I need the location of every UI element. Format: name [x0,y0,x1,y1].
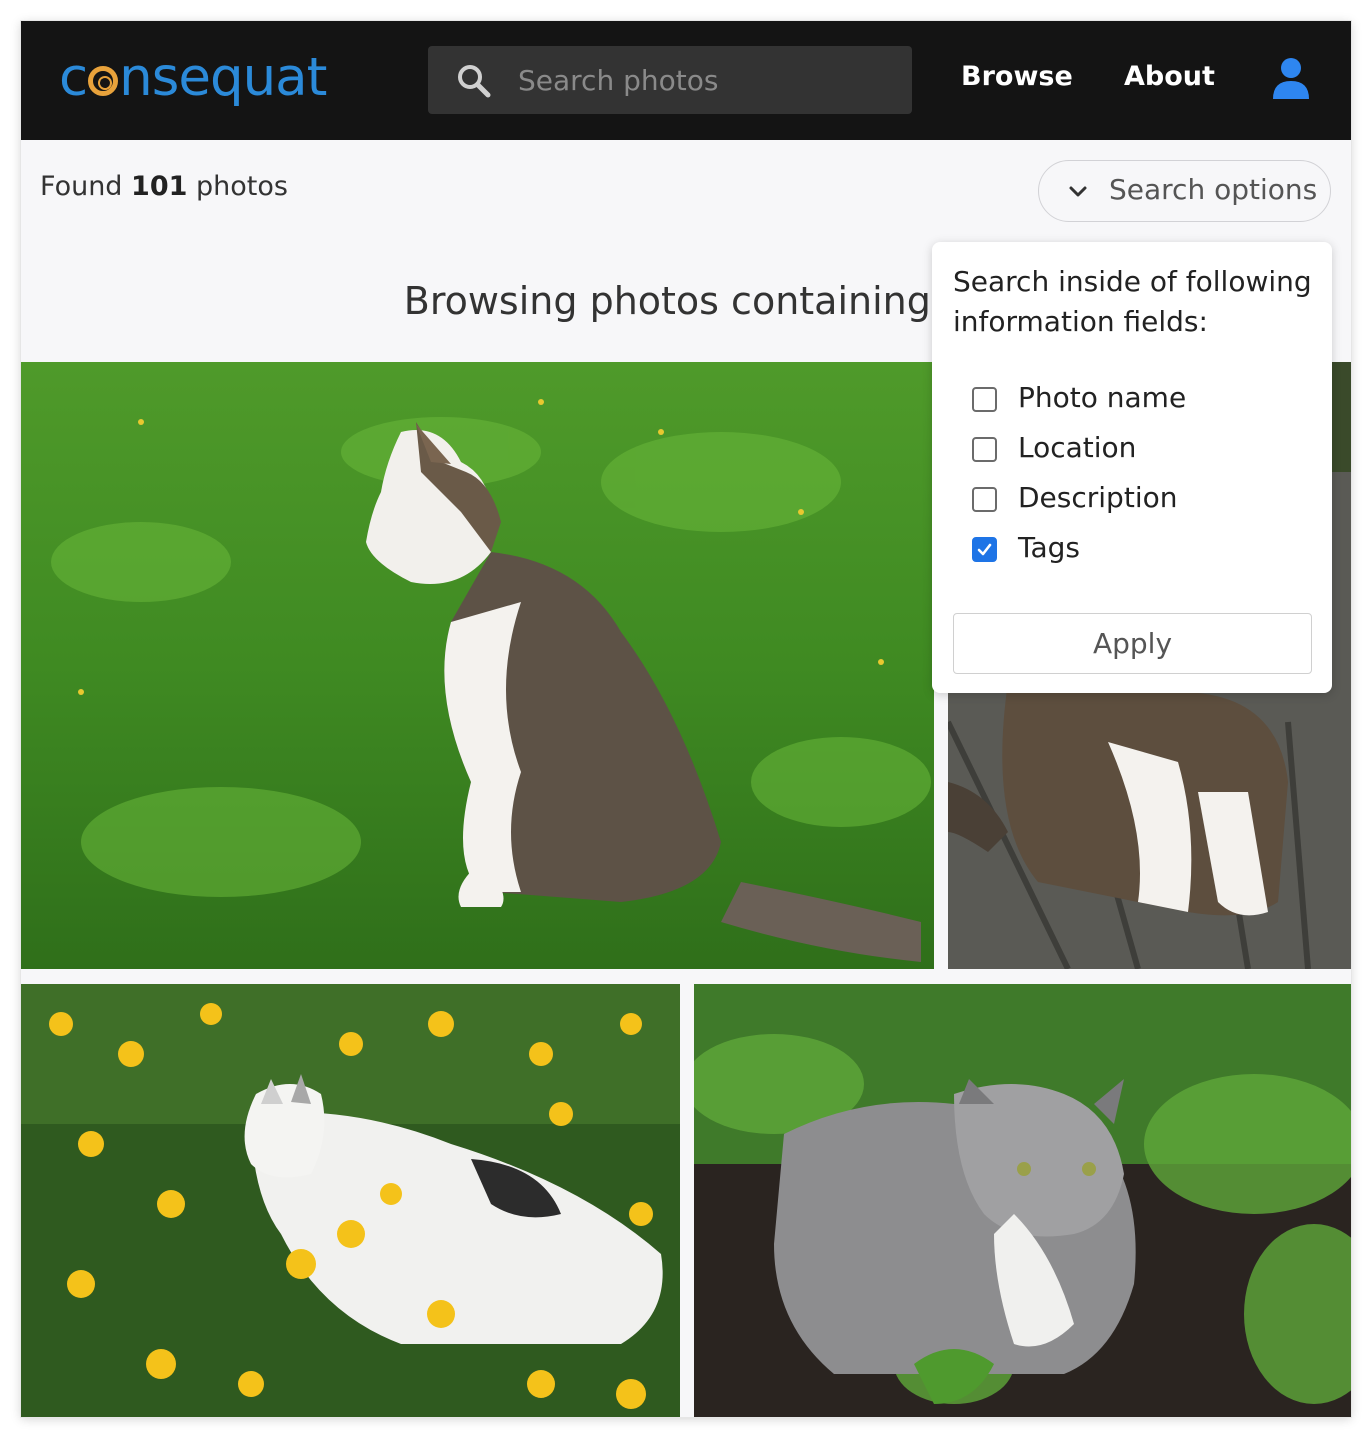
logo-text-end: nsequat [119,47,327,108]
photo-cat-on-grass[interactable] [21,362,934,969]
top-navbar: c nsequat Browse About [21,21,1351,140]
description-checkbox[interactable] [972,487,997,512]
photo-grey-cat-in-garden[interactable] [694,984,1351,1417]
apply-button[interactable]: Apply [953,613,1312,674]
search-options-button[interactable]: Search options [1038,160,1331,222]
logo-text-start: c [59,47,88,108]
results-count-prefix: Found [40,171,123,202]
consequat-logo[interactable]: c nsequat [59,43,327,113]
location-checkbox[interactable] [972,437,997,462]
chevron-down-icon [1069,186,1087,197]
app-window: c nsequat Browse About Found 101 photos S… [21,21,1351,1417]
search-bar [428,46,912,114]
search-options-popover: Search inside of following information f… [932,242,1332,693]
location-label[interactable]: Location [1018,431,1136,464]
search-input[interactable] [518,58,888,102]
results-count: Found 101 photos [40,171,288,202]
user-account-icon[interactable] [1271,57,1311,101]
search-options-title: Search inside of following information f… [953,265,1312,338]
nav-browse-link[interactable]: Browse [961,61,1073,92]
aperture-icon [88,66,119,96]
results-count-number: 101 [131,171,188,202]
search-options-label: Search options [1109,173,1318,206]
checkmark-icon [977,543,992,556]
browse-heading-prefix: Browsing photos containing [403,279,931,323]
nav-about-link[interactable]: About [1124,61,1215,92]
search-icon[interactable] [456,63,492,99]
tags-checkbox[interactable] [972,537,997,562]
photo-name-checkbox[interactable] [972,387,997,412]
photo-name-label[interactable]: Photo name [1018,381,1186,414]
tags-label[interactable]: Tags [1018,531,1080,564]
photo-cat-in-dandelions[interactable] [21,984,680,1417]
results-count-suffix: photos [196,171,288,202]
description-label[interactable]: Description [1018,481,1177,514]
